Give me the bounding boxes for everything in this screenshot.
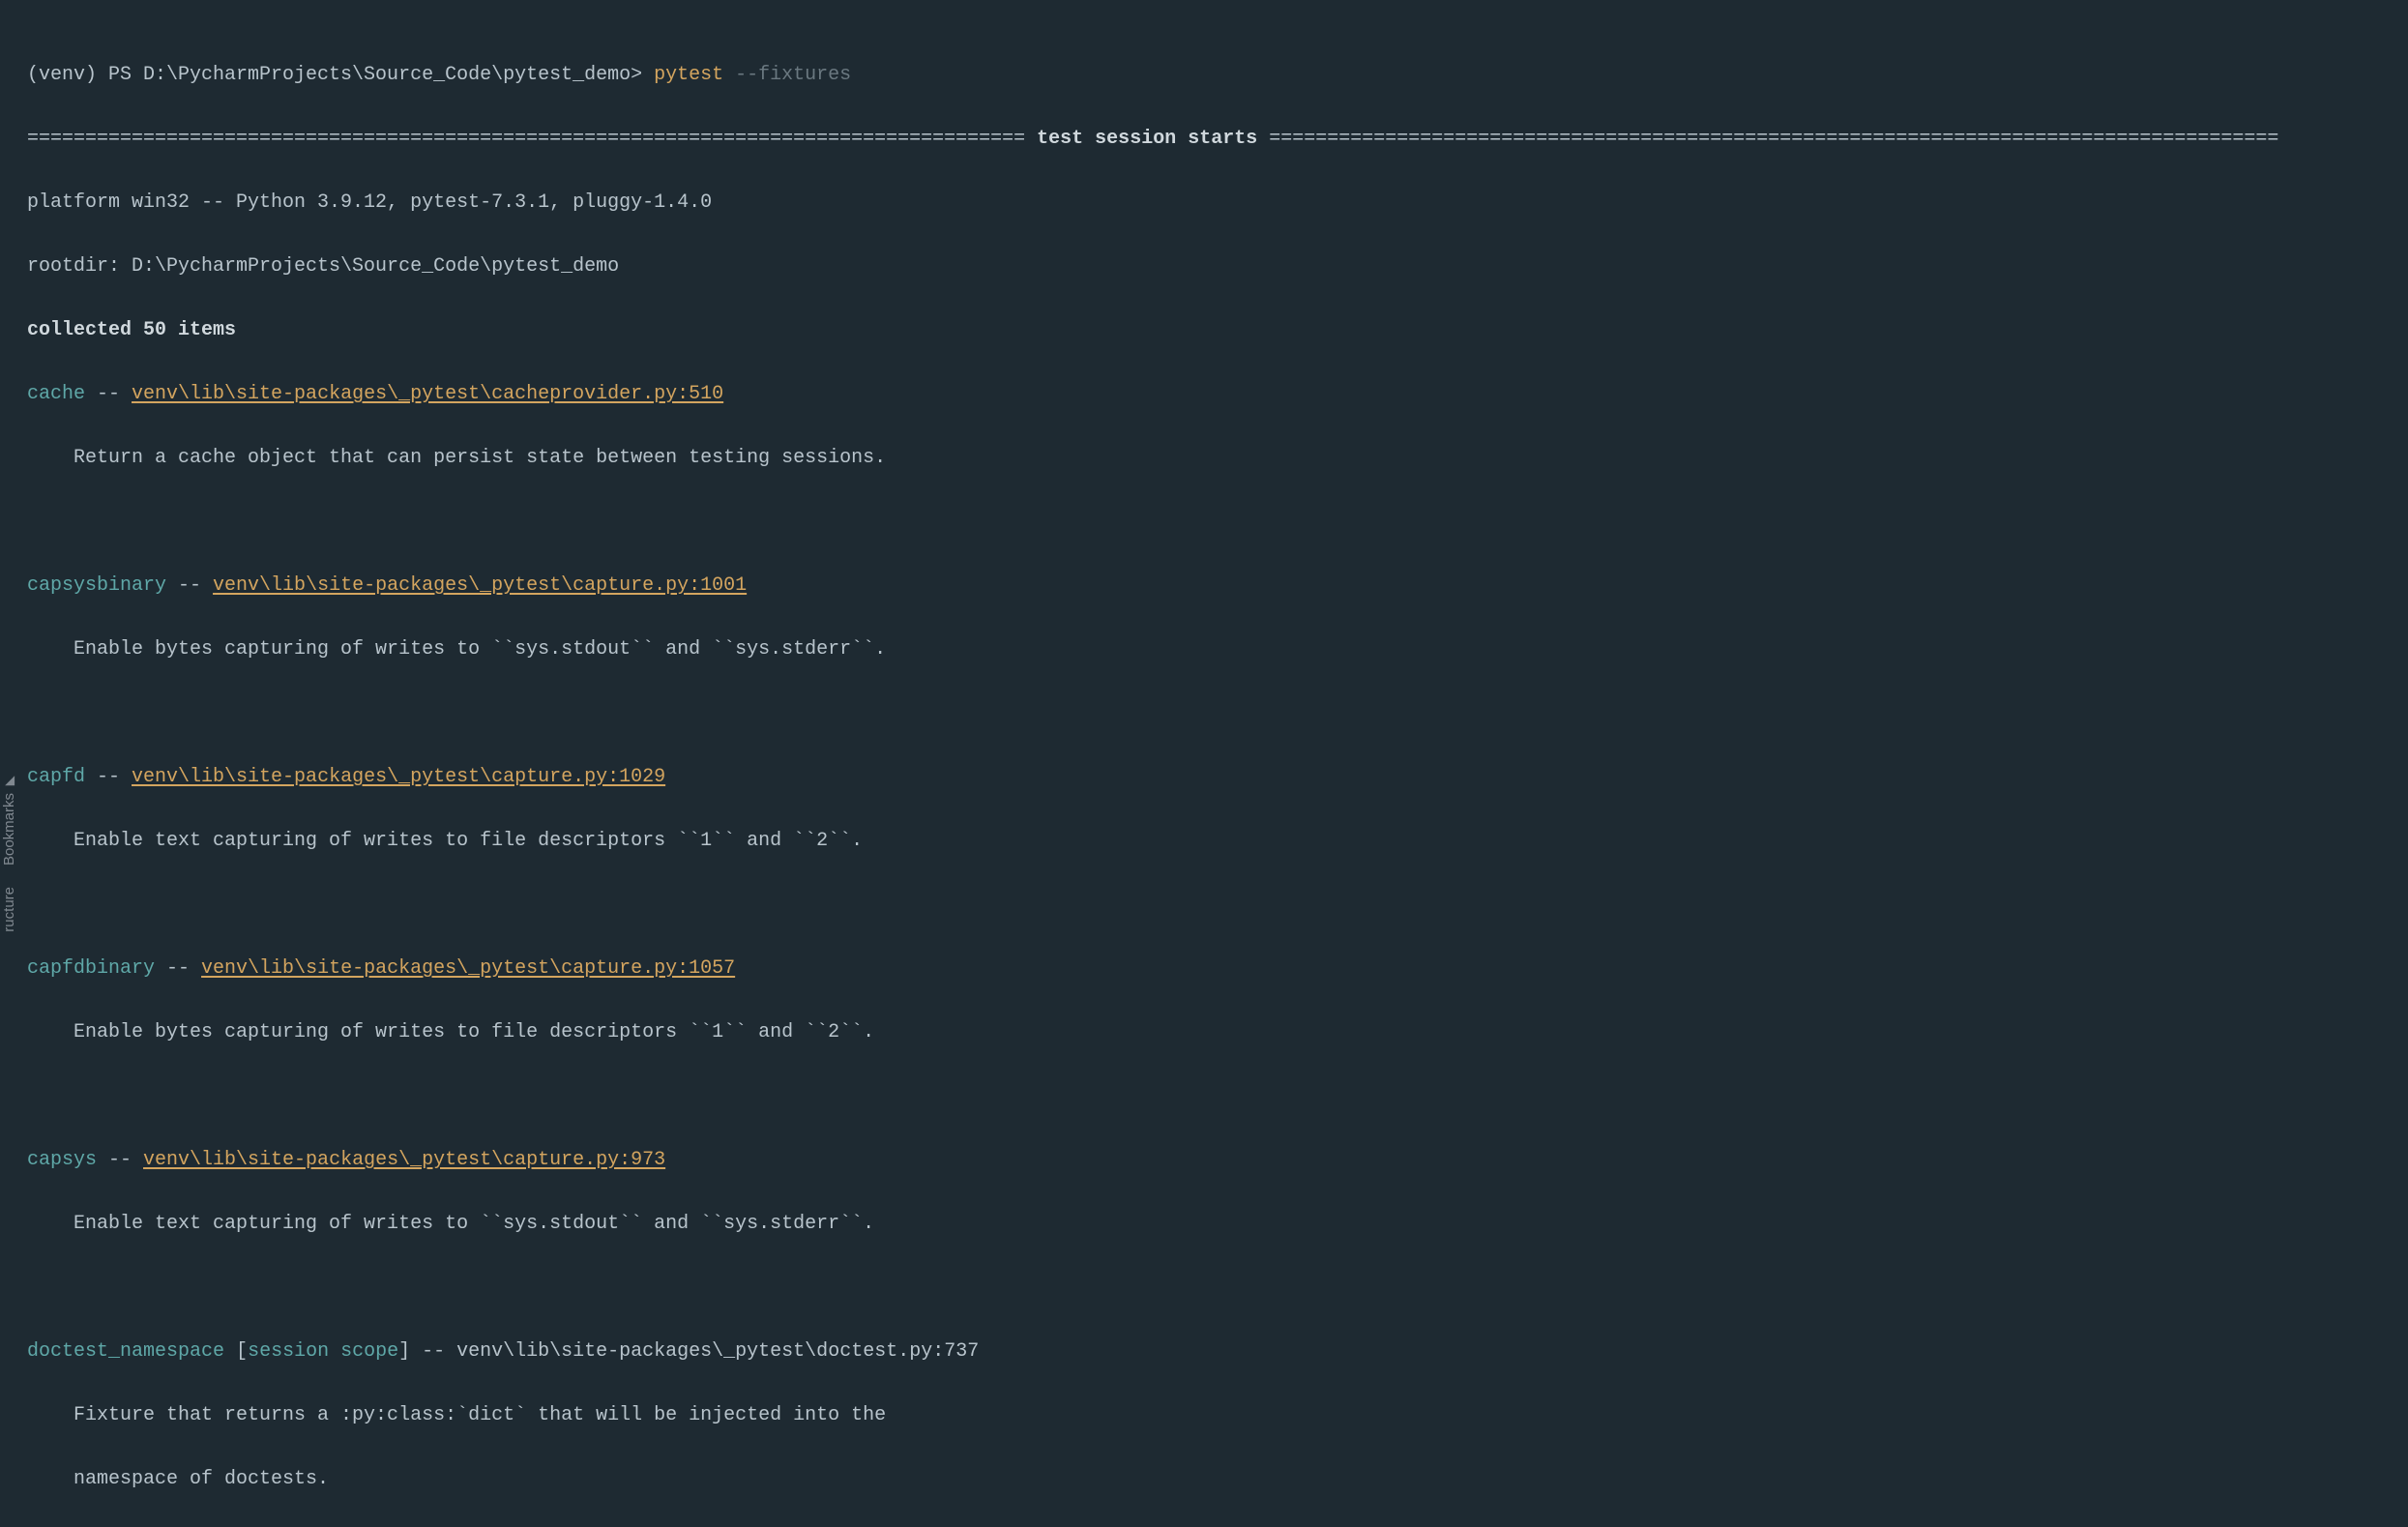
fixture-name: doctest_namespace <box>27 1340 224 1363</box>
fixture-path-link[interactable]: venv\lib\site-packages\_pytest\capture.p… <box>213 574 747 597</box>
sidebar-structure-tab[interactable]: ructure <box>0 887 21 932</box>
fixture-row: capfdbinary -- venv\lib\site-packages\_p… <box>27 953 2408 984</box>
blank-line <box>27 889 2408 921</box>
session-scope: session scope <box>248 1340 398 1363</box>
blank-line <box>27 1080 2408 1112</box>
divider-left: ========================================… <box>27 128 1037 150</box>
fixture-path-link[interactable]: venv\lib\site-packages\_pytest\capture.p… <box>201 957 735 980</box>
doctest-row: doctest_namespace [session scope] -- ven… <box>27 1336 2408 1367</box>
fixture-desc: Enable bytes capturing of writes to ``sy… <box>27 633 2408 665</box>
fixture-row: cache -- venv\lib\site-packages\_pytest\… <box>27 378 2408 410</box>
blank-line <box>27 697 2408 729</box>
prompt-command: pytest <box>654 64 723 86</box>
ide-left-sidebar: Bookmarks ◣ ructure <box>0 0 19 942</box>
fixture-name: capfd <box>27 766 85 788</box>
collected-line: collected 50 items <box>27 314 2408 346</box>
terminal-output[interactable]: (venv) PS D:\PycharmProjects\Source_Code… <box>0 0 2408 1527</box>
fixture-desc: Enable bytes capturing of writes to file… <box>27 1016 2408 1048</box>
fixture-row: capfd -- venv\lib\site-packages\_pytest\… <box>27 761 2408 793</box>
fixture-path-link[interactable]: venv\lib\site-packages\_pytest\capture.p… <box>132 766 665 788</box>
fixture-name: capsys <box>27 1149 97 1171</box>
divider-right: ========================================… <box>1257 128 2278 150</box>
fixture-desc: namespace of doctests. <box>27 1463 2408 1495</box>
session-header-line: ========================================… <box>27 123 2408 155</box>
fixture-name: capfdbinary <box>27 957 155 980</box>
blank-line <box>27 1272 2408 1304</box>
sidebar-bookmarks-tab[interactable]: Bookmarks ◣ <box>0 773 21 866</box>
bookmarks-label: Bookmarks <box>0 793 21 866</box>
fixture-row: capsysbinary -- venv\lib\site-packages\_… <box>27 570 2408 602</box>
fixture-path-link[interactable]: venv\lib\site-packages\_pytest\cacheprov… <box>132 383 723 405</box>
blank-line <box>27 506 2408 538</box>
platform-line: platform win32 -- Python 3.9.12, pytest-… <box>27 187 2408 219</box>
fixture-desc: Enable text capturing of writes to ``sys… <box>27 1208 2408 1240</box>
prompt-line: (venv) PS D:\PycharmProjects\Source_Code… <box>27 59 2408 91</box>
fixture-desc: Enable text capturing of writes to file … <box>27 825 2408 857</box>
prompt-path: (venv) PS D:\PycharmProjects\Source_Code… <box>27 64 642 86</box>
session-header-title: test session starts <box>1037 128 1257 150</box>
structure-label: ructure <box>0 887 21 932</box>
fixture-desc: Fixture that returns a :py:class:`dict` … <box>27 1399 2408 1431</box>
doctest-path: venv\lib\site-packages\_pytest\doctest.p… <box>456 1340 979 1363</box>
fixture-name: capsysbinary <box>27 574 166 597</box>
prompt-flag: --fixtures <box>735 64 851 86</box>
fixture-desc: Return a cache object that can persist s… <box>27 442 2408 474</box>
fixture-path-link[interactable]: venv\lib\site-packages\_pytest\capture.p… <box>143 1149 665 1171</box>
bookmark-icon: ◣ <box>3 770 17 790</box>
fixture-row: capsys -- venv\lib\site-packages\_pytest… <box>27 1144 2408 1176</box>
fixture-name: cache <box>27 383 85 405</box>
rootdir-line: rootdir: D:\PycharmProjects\Source_Code\… <box>27 250 2408 282</box>
